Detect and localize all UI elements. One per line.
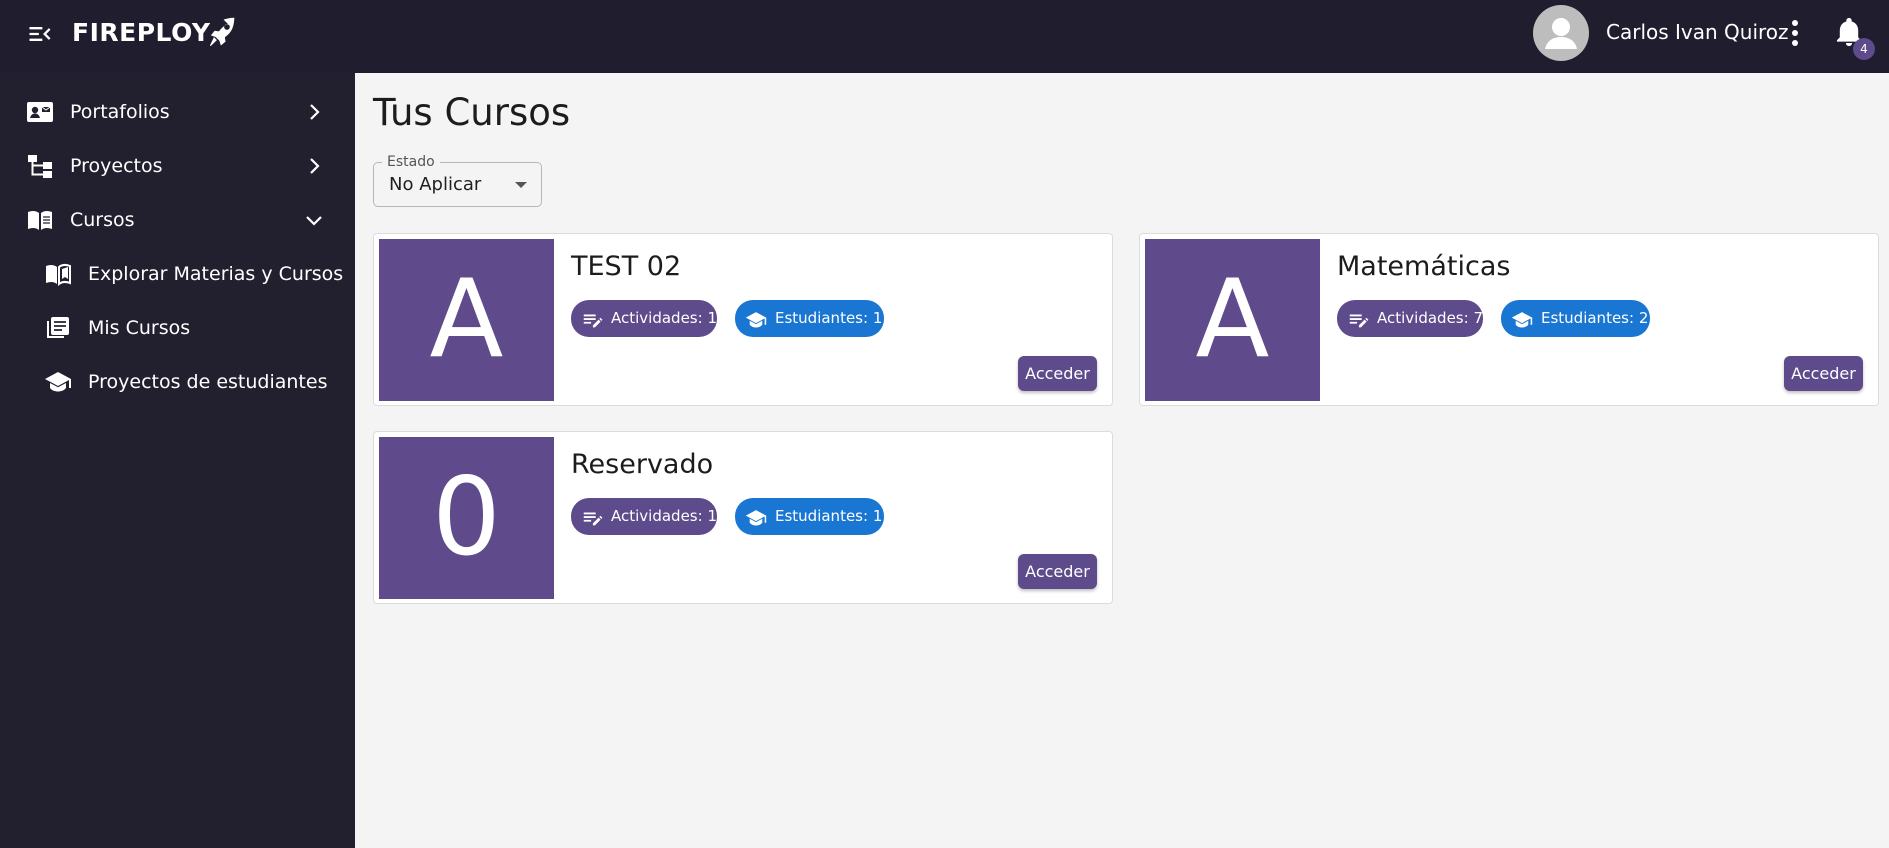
sidebar-item-label: Cursos <box>70 209 135 231</box>
sidebar-item-proyectos[interactable]: Proyectos <box>0 139 355 193</box>
sidebar-item-label: Mis Cursos <box>88 317 191 339</box>
course-title: TEST 02 <box>571 251 682 282</box>
students-count: Estudiantes: 2 <box>1541 309 1649 327</box>
course-card: 0 Reservado Actividades: 1 Estudiantes: … <box>373 431 1113 604</box>
user-name[interactable]: Carlos Ivan Quiroz <box>1606 18 1789 46</box>
graduation-cap-icon <box>745 308 767 330</box>
course-thumbnail: A <box>379 239 554 401</box>
acceder-button[interactable]: Acceder <box>1784 356 1863 391</box>
estado-select-value: No Aplicar <box>389 174 482 195</box>
sidebar-item-cursos[interactable]: Cursos <box>0 193 355 247</box>
edit-note-icon <box>581 308 603 330</box>
rocket-icon <box>205 15 239 49</box>
activities-chip: Actividades: 1 <box>571 498 717 535</box>
dropdown-arrow-icon <box>515 182 527 188</box>
sidebar: Portafolios Proyectos Cursos Explorar Ma… <box>0 73 355 848</box>
sidebar-subitem-explorar[interactable]: Explorar Materias y Cursos <box>0 247 355 301</box>
course-thumbnail: 0 <box>379 437 554 599</box>
sidebar-subitem-proyectos-estudiantes[interactable]: Proyectos de estudiantes <box>0 355 355 409</box>
activities-count: Actividades: 7 <box>1377 309 1483 327</box>
graduation-cap-icon <box>745 506 767 528</box>
activities-count: Actividades: 1 <box>611 507 717 525</box>
course-title: Matemáticas <box>1337 251 1511 282</box>
sidebar-item-label: Proyectos <box>70 155 163 177</box>
menu-collapse-icon[interactable] <box>26 20 54 48</box>
students-chip: Estudiantes: 1 <box>735 498 884 535</box>
activities-chip: Actividades: 7 <box>1337 300 1483 337</box>
hierarchy-icon <box>26 153 54 179</box>
graduation-cap-icon <box>1511 308 1533 330</box>
course-card: A TEST 02 Actividades: 1 Estudiantes: 1 … <box>373 233 1113 406</box>
students-chip: Estudiantes: 2 <box>1501 300 1650 337</box>
book-explore-icon <box>44 261 72 287</box>
students-count: Estudiantes: 1 <box>775 309 883 327</box>
sidebar-item-label: Portafolios <box>70 101 170 123</box>
estado-select-label: Estado <box>382 153 440 171</box>
top-bar: FIREPLOY Carlos Ivan Quiroz 4 <box>0 0 1889 73</box>
acceder-button[interactable]: Acceder <box>1018 356 1097 391</box>
avatar[interactable] <box>1533 5 1589 61</box>
page-title: Tus Cursos <box>373 91 571 134</box>
course-card: A Matemáticas Actividades: 7 Estudiantes… <box>1139 233 1879 406</box>
library-books-icon <box>44 315 72 341</box>
contact-card-icon <box>26 99 54 125</box>
edit-note-icon <box>1347 308 1369 330</box>
activities-count: Actividades: 1 <box>611 309 717 327</box>
notification-count-badge: 4 <box>1853 38 1875 60</box>
sidebar-item-portafolios[interactable]: Portafolios <box>0 85 355 139</box>
acceder-button[interactable]: Acceder <box>1018 554 1097 589</box>
sidebar-subitem-mis-cursos[interactable]: Mis Cursos <box>0 301 355 355</box>
edit-note-icon <box>581 506 603 528</box>
course-thumbnail: A <box>1145 239 1320 401</box>
estado-select[interactable]: Estado No Aplicar <box>373 153 542 207</box>
students-chip: Estudiantes: 1 <box>735 300 884 337</box>
open-book-icon <box>26 207 54 233</box>
sidebar-item-label: Proyectos de estudiantes <box>88 371 328 393</box>
brand-logo-text: FIREPLOY <box>72 18 211 47</box>
sidebar-item-label: Explorar Materias y Cursos <box>88 263 344 285</box>
chevron-right-icon <box>302 100 326 124</box>
graduation-cap-icon <box>44 369 72 395</box>
chevron-down-icon <box>302 208 326 232</box>
students-count: Estudiantes: 1 <box>775 507 883 525</box>
more-vert-icon[interactable] <box>1780 16 1810 50</box>
activities-chip: Actividades: 1 <box>571 300 717 337</box>
chevron-right-icon <box>302 154 326 178</box>
course-title: Reservado <box>571 449 714 480</box>
